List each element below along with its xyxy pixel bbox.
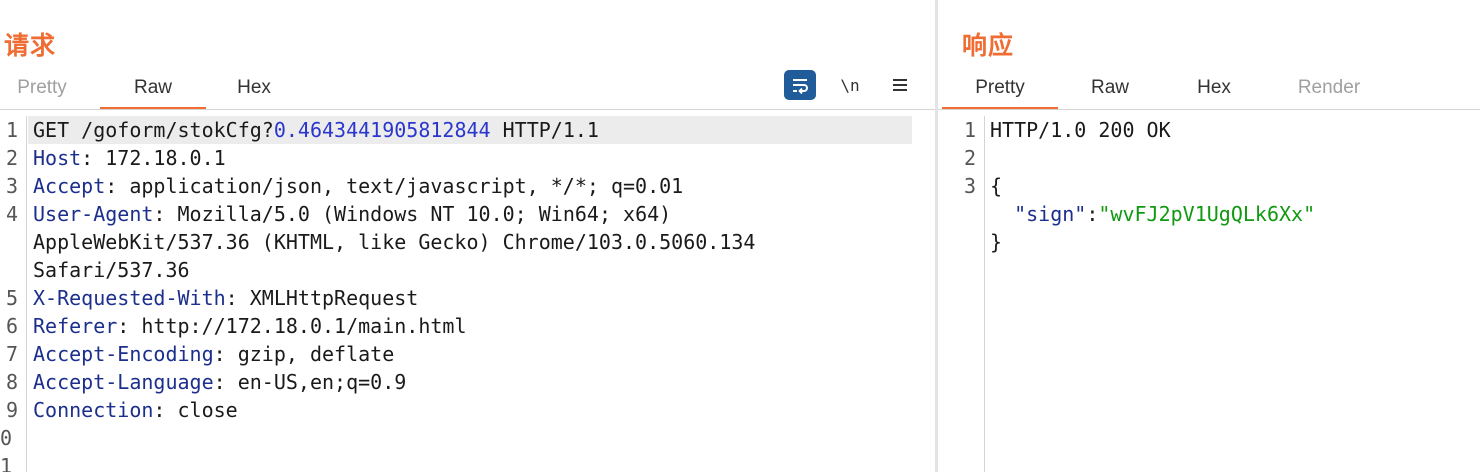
request-tab-raw[interactable]: Raw bbox=[100, 66, 206, 110]
header-value: : gzip, deflate bbox=[213, 342, 395, 366]
menu-button[interactable] bbox=[884, 70, 916, 100]
wrap-lines-icon bbox=[793, 79, 808, 94]
request-line: GET /goform/stokCfg?0.4643441905812844 H… bbox=[33, 116, 599, 144]
response-pane: 响应 Pretty Raw Hex Render 1 2 3 HTTP/1.0 … bbox=[938, 0, 1480, 472]
header-line: User-Agent: Mozilla/5.0 (Windows NT 10.0… bbox=[33, 200, 671, 228]
request-pane: 请求 Pretty Raw Hex \n 1 2 3 4 5 6 7 8 9 0… bbox=[0, 0, 936, 472]
json-colon: : bbox=[1086, 202, 1099, 226]
header-line: Referer: http://172.18.0.1/main.html bbox=[33, 312, 467, 340]
header-value: : Mozilla/5.0 (Windows NT 10.0; Win64; x… bbox=[153, 202, 672, 226]
header-continuation: Safari/537.36 bbox=[33, 258, 190, 282]
response-title: 响应 bbox=[962, 31, 1015, 60]
response-tab-hex[interactable]: Hex bbox=[1162, 66, 1266, 110]
request-tab-pretty[interactable]: Pretty bbox=[0, 66, 84, 110]
header-line: Accept-Encoding: gzip, deflate bbox=[33, 340, 394, 368]
header-name: Accept-Language bbox=[33, 370, 214, 394]
header-value: : XMLHttpRequest bbox=[225, 286, 419, 310]
json-string-value: "wvFJ2pV1UgQLk6Xx" bbox=[1098, 202, 1316, 226]
line-number: 6 bbox=[5, 314, 18, 338]
header-name: Referer bbox=[33, 314, 118, 338]
line-number: 8 bbox=[5, 370, 18, 394]
line-number: 5 bbox=[5, 286, 18, 310]
header-line: Connection: close bbox=[33, 396, 238, 424]
line-number: 7 bbox=[5, 342, 18, 366]
response-tabbar-divider bbox=[938, 109, 1480, 110]
http-version: HTTP/1.1 bbox=[490, 118, 599, 142]
header-name: Connection bbox=[33, 398, 154, 422]
http-message-editor: 请求 Pretty Raw Hex \n 1 2 3 4 5 6 7 8 9 0… bbox=[0, 0, 1480, 472]
request-tabs: Pretty Raw Hex bbox=[0, 66, 302, 110]
line-number: 2 bbox=[5, 146, 18, 170]
header-line: Host: 172.18.0.1 bbox=[33, 144, 226, 172]
response-editor[interactable]: 1 2 3 HTTP/1.0 200 OK { "sign":"wvFJ2pV1… bbox=[938, 116, 1480, 472]
header-value: : 172.18.0.1 bbox=[81, 146, 226, 170]
request-editor[interactable]: 1 2 3 4 5 6 7 8 9 10 11 GET /goform/stok… bbox=[0, 116, 936, 472]
request-line-start: GET /goform/stokCfg? bbox=[33, 118, 274, 142]
json-key: "sign" bbox=[1014, 202, 1087, 226]
line-number: 10 bbox=[0, 426, 13, 450]
request-title: 请求 bbox=[4, 31, 57, 60]
line-number: 1 bbox=[5, 118, 18, 142]
header-line: Accept-Language: en-US,en;q=0.9 bbox=[33, 368, 406, 396]
header-continuation: AppleWebKit/537.36 (KHTML, like Gecko) C… bbox=[33, 230, 756, 254]
wrap-lines-button[interactable] bbox=[784, 70, 816, 100]
request-tab-hex[interactable]: Hex bbox=[206, 66, 302, 110]
request-toolbar: \n bbox=[766, 70, 916, 100]
response-tab-pretty[interactable]: Pretty bbox=[942, 66, 1058, 110]
response-tab-raw[interactable]: Raw bbox=[1058, 66, 1162, 110]
header-value: : application/json, text/javascript, */*… bbox=[105, 174, 684, 198]
hamburger-menu-icon bbox=[893, 79, 907, 91]
line-number: 11 bbox=[0, 454, 13, 472]
header-line: X-Requested-With: XMLHttpRequest bbox=[33, 284, 418, 312]
cache-buster-number: 0.4643441905812844 bbox=[273, 118, 491, 142]
header-name: User-Agent bbox=[33, 202, 154, 226]
header-name: Host bbox=[33, 146, 82, 170]
header-value: : close bbox=[153, 398, 238, 422]
json-close-brace: } bbox=[990, 230, 1003, 254]
header-name: Accept-Encoding bbox=[33, 342, 214, 366]
header-name: Accept bbox=[33, 174, 106, 198]
line-number: 9 bbox=[5, 398, 18, 422]
response-tabs: Pretty Raw Hex Render bbox=[942, 66, 1392, 110]
header-value: : http://172.18.0.1/main.html bbox=[117, 314, 467, 338]
line-number: 3 bbox=[963, 174, 976, 198]
line-number: 1 bbox=[963, 118, 976, 142]
header-value: : en-US,en;q=0.9 bbox=[213, 370, 407, 394]
json-property: "sign":"wvFJ2pV1UgQLk6Xx" bbox=[990, 200, 1315, 228]
request-tabbar-divider bbox=[0, 109, 936, 110]
header-name: X-Requested-With bbox=[33, 286, 226, 310]
line-number: 3 bbox=[5, 174, 18, 198]
line-number: 2 bbox=[963, 146, 976, 170]
status-line: HTTP/1.0 200 OK bbox=[990, 118, 1171, 142]
newline-icon: \n bbox=[840, 75, 860, 95]
line-number: 4 bbox=[5, 202, 18, 226]
header-line: Accept: application/json, text/javascrip… bbox=[33, 172, 683, 200]
json-open-brace: { bbox=[990, 174, 1003, 198]
show-newlines-button[interactable]: \n bbox=[834, 70, 866, 100]
response-tab-render[interactable]: Render bbox=[1266, 66, 1392, 110]
